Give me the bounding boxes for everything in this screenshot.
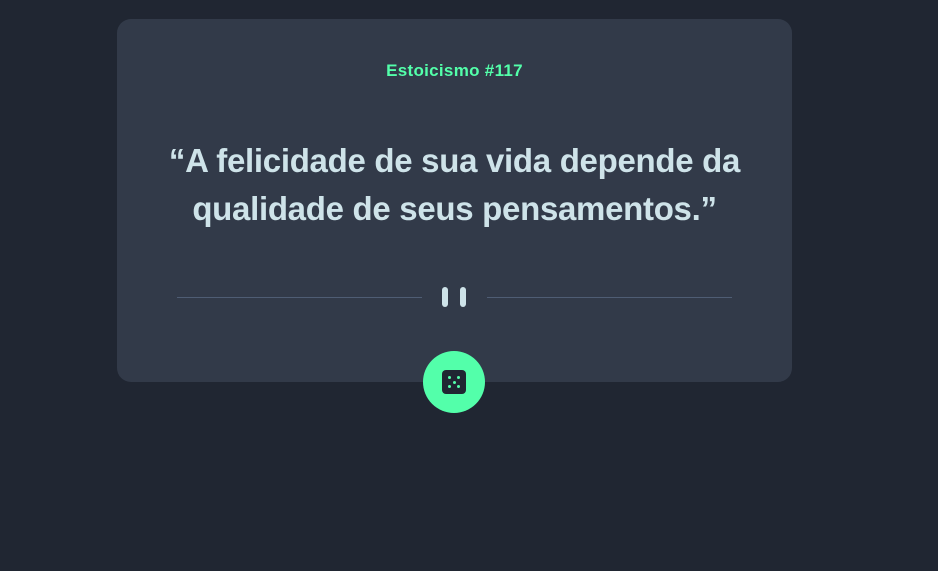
advice-id: Estoicismo #117: [386, 61, 523, 80]
dice-pip: [457, 385, 460, 388]
dice-icon: [442, 370, 466, 394]
pause-bar: [460, 287, 466, 307]
divider-line-right: [487, 297, 732, 298]
pattern-divider: [177, 287, 732, 307]
advice-card: Estoicismo #117 “A felicidade de sua vid…: [117, 19, 792, 382]
page: { "card": { "advice_id": "Estoicismo #11…: [0, 0, 938, 571]
dice-pip: [448, 376, 451, 379]
dice-pip: [452, 380, 456, 384]
pause-icon: [442, 287, 467, 307]
dice-pip: [448, 385, 451, 388]
dice-pip: [457, 376, 460, 379]
pause-bar: [442, 287, 448, 307]
advice-quote: “A felicidade de sua vida depende da qua…: [168, 142, 741, 227]
new-advice-button[interactable]: [423, 351, 485, 413]
divider-line-left: [177, 297, 422, 298]
